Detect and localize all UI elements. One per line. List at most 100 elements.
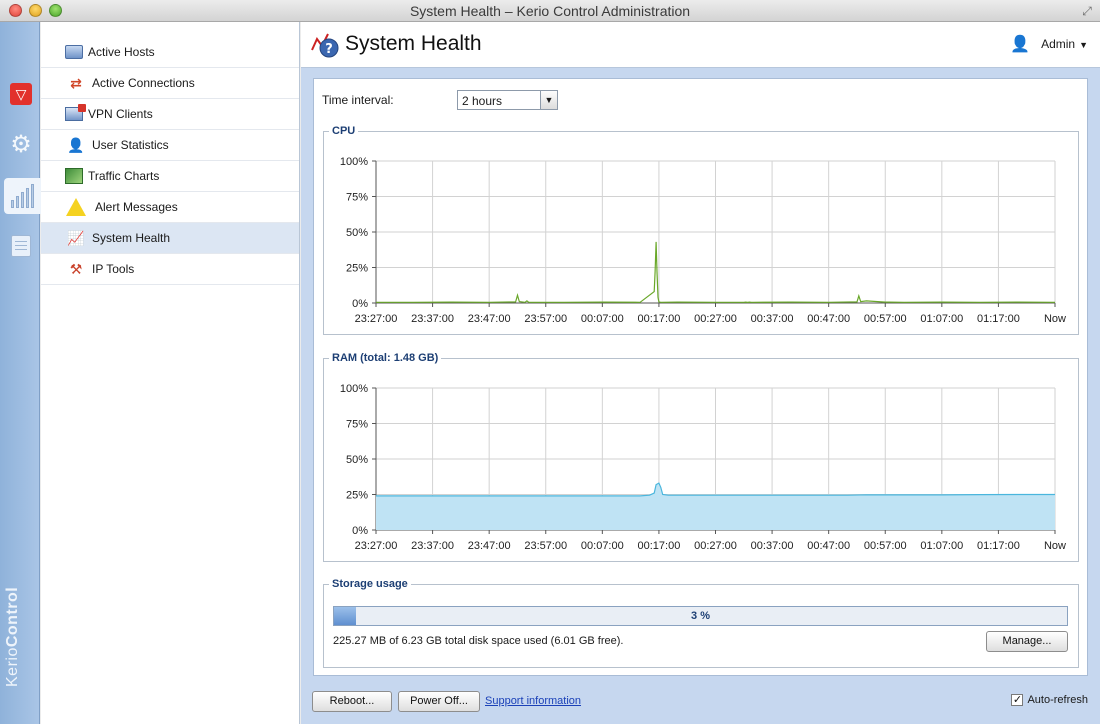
hosts-icon [65,45,83,59]
cpu-x-tick-label: 00:57:00 [864,313,907,325]
storage-percent: 3 % [691,610,710,622]
storage-title: Storage usage [332,578,408,590]
sidebar-item-traffic-charts[interactable]: Traffic Charts [41,161,299,192]
auto-refresh-checkbox[interactable]: ✓ [1011,694,1024,706]
svg-text:?: ? [325,42,333,57]
kerio-control-logo: KerioControl [4,586,21,688]
ram-x-tick-label: 23:37:00 [411,540,454,552]
gear-icon: ⚙ [10,130,32,158]
shield-icon: ▽ [10,83,32,105]
rail-configuration-button[interactable]: ⚙ [4,126,38,162]
cpu-x-tick-label: 00:37:00 [751,313,794,325]
health-icon: 📈 [67,229,85,246]
sidebar-item-alert-messages[interactable]: Alert Messages [41,192,299,223]
sidebar-nav: Active Hosts ⇄ Active Connections VPN Cl… [41,22,300,724]
ram-y-tick-label: 100% [340,383,368,395]
sidebar-item-label: Alert Messages [95,200,178,214]
sidebar-item-label: System Health [92,231,171,245]
chevron-down-icon[interactable]: ▼ [540,91,557,109]
sidebar-item-active-connections[interactable]: ⇄ Active Connections [41,68,299,99]
sidebar-item-label: Active Hosts [88,45,155,59]
window-title: System Health – Kerio Control Administra… [409,3,691,19]
window-titlebar: System Health – Kerio Control Administra… [0,0,1100,22]
ram-chart-title: RAM (total: 1.48 GB) [332,352,439,364]
ram-y-tick-label: 25% [346,490,368,502]
time-interval-label: Time interval: [322,93,394,107]
cpu-y-tick-label: 0% [352,298,368,310]
manage-button[interactable]: Manage... [986,631,1068,652]
auto-refresh-label: Auto-refresh [1027,694,1088,706]
rail-logs-button[interactable] [4,228,38,264]
fullscreen-icon[interactable]: ⤢ [1080,4,1094,18]
cpu-chart-box: CPU 23:27:00 23:37:00 23:47:00 23:57:00 00:0… [323,125,1079,335]
vpn-icon [65,104,86,121]
ram-y-tick-label: 50% [346,454,368,466]
user-icon: 👤 [1010,36,1030,53]
caret-down-icon: ▼ [1079,40,1088,50]
cpu-y-tick-label: 50% [346,227,368,239]
rail-status-button[interactable] [4,178,41,214]
system-health-panel: Time interval: 2 hours ▼ CPU 23:27:00 23:… [313,78,1088,676]
warning-icon [66,198,86,216]
page-header: ? System Health 👤 Admin ▼ [301,22,1100,68]
ram-x-tick-label: 00:07:00 [581,540,624,552]
cpu-x-tick-label: 00:47:00 [807,313,850,325]
sidebar-item-label: Traffic Charts [88,169,160,183]
time-interval-select[interactable]: 2 hours ▼ [457,90,558,110]
cpu-x-tick-label: 23:27:00 [355,313,398,325]
page-title: System Health [345,32,482,55]
sidebar-item-user-statistics[interactable]: 👤 User Statistics [41,130,299,161]
sidebar-item-ip-tools[interactable]: ⚒ IP Tools [41,254,299,285]
reboot-button[interactable]: Reboot... [312,691,392,712]
main-content: ? System Health 👤 Admin ▼ Time interval: … [301,22,1100,724]
cpu-x-tick-label: 23:57:00 [524,313,567,325]
connections-icon: ⇄ [70,74,82,91]
cpu-x-tick-label: 00:17:00 [638,313,681,325]
sidebar-item-label: Active Connections [92,76,195,90]
sidebar-item-label: User Statistics [92,138,169,152]
sidebar-item-active-hosts[interactable]: Active Hosts [41,37,299,68]
logs-icon [11,235,31,257]
section-rail: ▽ ⚙ KerioControl [0,22,41,724]
sidebar-item-system-health[interactable]: 📈 System Health [41,223,299,254]
ram-x-tick-label: 01:07:00 [920,540,963,552]
cpu-chart: 23:27:00 23:37:00 23:47:00 23:57:00 00:07:00… [340,156,1066,325]
ram-chart: 23:27:00 23:37:00 23:47:00 23:57:00 00:07:00… [340,383,1066,552]
ram-x-tick-label: 00:47:00 [807,540,850,552]
ram-x-tick-label: 00:57:00 [864,540,907,552]
ram-x-tick-label: 00:37:00 [751,540,794,552]
ram-y-tick-label: 0% [352,525,368,537]
sidebar-item-vpn-clients[interactable]: VPN Clients [41,99,299,130]
sidebar-item-label: VPN Clients [88,107,153,121]
storage-usage-text: 225.27 MB of 6.23 GB total disk space us… [333,635,624,647]
ram-chart-box: RAM (total: 1.48 GB) 23:27:00 23:37:00 23:… [323,352,1079,562]
ram-x-tick-label: 23:47:00 [468,540,511,552]
cpu-x-tick-label: 01:17:00 [977,313,1020,325]
auto-refresh-toggle[interactable]: ✓ Auto-refresh [1011,694,1088,706]
health-icon: ? [311,33,339,58]
cpu-y-tick-label: 75% [346,192,368,204]
cpu-y-tick-label: 100% [340,156,368,168]
rail-security-button[interactable]: ▽ [4,76,38,112]
power-off-button[interactable]: Power Off... [398,691,480,712]
cpu-x-tick-label: 23:37:00 [411,313,454,325]
cpu-x-tick-label: 23:47:00 [468,313,511,325]
ram-x-tick-label: Now [1044,540,1066,552]
user-icon: 👤 [67,136,85,153]
user-menu[interactable]: Admin ▼ [1041,37,1088,51]
ram-y-tick-label: 75% [346,419,368,431]
ram-x-tick-label: 23:27:00 [355,540,398,552]
traffic-chart-icon [65,168,83,184]
storage-box: Storage usage 3 % 225.27 MB of 6.23 GB t… [323,578,1079,668]
cpu-x-tick-label: Now [1044,313,1066,325]
ram-x-tick-label: 00:17:00 [638,540,681,552]
ram-x-tick-label: 00:27:00 [694,540,737,552]
ram-x-tick-label: 01:17:00 [977,540,1020,552]
cpu-chart-title: CPU [332,125,356,137]
cpu-x-tick-label: 00:07:00 [581,313,624,325]
tools-icon: ⚒ [69,260,83,277]
status-bars-icon [11,184,34,208]
support-information-link[interactable]: Support information [485,695,581,707]
cpu-y-tick-label: 25% [346,263,368,275]
cpu-x-tick-label: 01:07:00 [920,313,963,325]
